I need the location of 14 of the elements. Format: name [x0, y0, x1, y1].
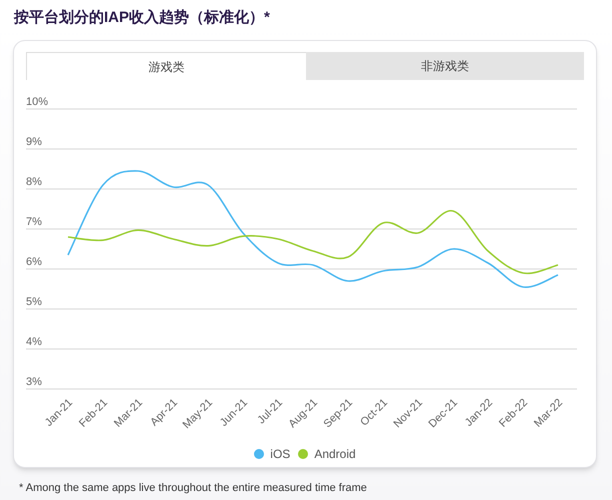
y-axis-label: 6%: [26, 256, 42, 268]
y-axis-label: 7%: [26, 216, 42, 228]
footnote: * Among the same apps live throughout the entire measured time frame: [19, 481, 368, 496]
y-axis-label: 4%: [26, 336, 42, 348]
chart-title: 按平台划分的IAP收入趋势（标准化）*: [14, 8, 271, 28]
category-tab[interactable]: 非游戏类: [306, 52, 584, 80]
y-axis-label: 3%: [26, 376, 42, 388]
legend-label: Android: [314, 446, 356, 463]
y-axis-label: 8%: [26, 176, 42, 188]
y-axis-label: 10%: [26, 96, 48, 108]
legend-label: iOS: [270, 446, 290, 463]
category-tab[interactable]: 游戏类: [26, 52, 306, 80]
y-axis-label: 5%: [26, 296, 42, 308]
y-axis-label: 9%: [26, 136, 42, 148]
